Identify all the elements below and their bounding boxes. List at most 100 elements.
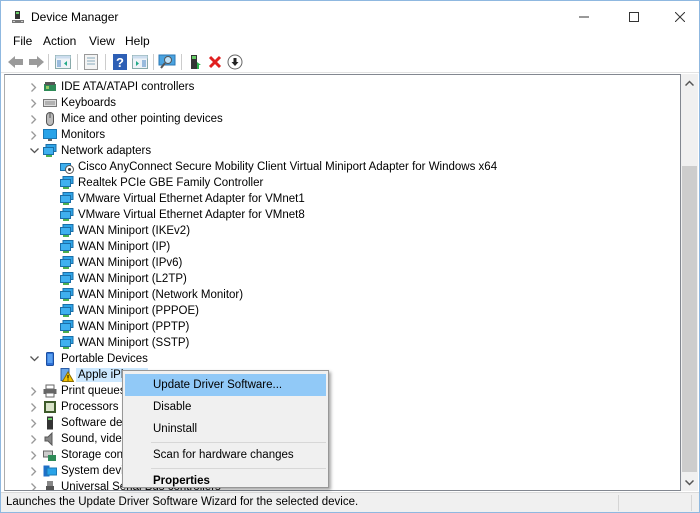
help-button[interactable]: ? [111,53,129,71]
tree-item-label: Portable Devices [61,353,148,365]
tree-device[interactable]: Cisco AnyConnect Secure Mobility Client … [5,159,680,175]
context-menu: Update Driver Software... Disable Uninstal… [122,370,329,488]
chevron-right-icon[interactable] [29,448,39,462]
tree-device[interactable]: WAN Miniport (IKEv2) [5,223,680,239]
close-button[interactable] [657,1,700,33]
vertical-scrollbar[interactable] [681,74,698,491]
tree-category[interactable]: System devices [5,463,680,479]
menu-help[interactable]: Help [125,34,150,48]
menu-action[interactable]: Action [43,34,76,48]
status-text: Launches the Update Driver Software Wiza… [6,496,359,508]
status-bar: Launches the Update Driver Software Wiza… [1,492,699,512]
tree-item-label: Monitors [61,129,106,141]
menu-item-update-driver-software[interactable]: Update Driver Software... [125,374,326,396]
tree-item-label: VMware Virtual Ethernet Adapter for VMne… [78,193,305,205]
tree-item-label: WAN Miniport (SSTP) [78,337,190,349]
tree-device[interactable]: WAN Miniport (IP) [5,239,680,255]
device-manager-icon [12,11,24,23]
forward-button[interactable] [27,53,45,71]
speaker-icon [43,431,57,447]
uninstall-button[interactable] [206,53,224,71]
enable-device-button[interactable] [226,53,244,71]
action-pane-button[interactable] [131,53,149,71]
tree-category[interactable]: Monitors [5,127,680,143]
chevron-right-icon[interactable] [29,400,39,414]
network-adapter-icon [60,288,74,302]
tree-category[interactable]: Universal Serial Bus controllers [5,479,680,490]
device-tree[interactable]: IDE ATA/ATAPI controllers Keyboards Mice a… [4,74,681,491]
tree-item-label: VMware Virtual Ethernet Adapter for VMne… [78,209,305,221]
scan-hardware-button[interactable] [158,53,176,71]
console-tree-button[interactable] [54,53,72,71]
scroll-up-button[interactable] [681,74,698,91]
minimize-button[interactable] [561,1,607,33]
chevron-right-icon[interactable] [29,112,39,126]
action-pane-icon [132,55,148,69]
tree-category[interactable]: IDE ATA/ATAPI controllers [5,79,680,95]
tree-device[interactable]: VMware Virtual Ethernet Adapter for VMne… [5,207,680,223]
portable-device-icon [43,352,57,366]
tree-device[interactable]: WAN Miniport (PPPOE) [5,303,680,319]
mouse-icon [43,112,57,126]
title-bar[interactable]: Device Manager [1,1,699,33]
tree-category[interactable]: Portable Devices [5,351,680,367]
tree-category[interactable]: Software devices [5,415,680,431]
toolbar-separator [105,54,106,70]
chevron-right-icon[interactable] [29,80,39,94]
tree-item-label: WAN Miniport (PPPOE) [78,305,199,317]
console-tree-icon [55,55,71,69]
scan-monitor-icon [158,54,176,69]
software-device-icon [43,416,57,430]
chevron-down-icon[interactable] [29,144,39,158]
menu-item-scan-for-hardware-changes[interactable]: Scan for hardware changes [125,444,326,466]
chevron-right-icon[interactable] [29,416,39,430]
tree-category[interactable]: Network adapters [5,143,680,159]
chevron-right-icon[interactable] [29,432,39,446]
menu-view[interactable]: View [89,34,115,48]
usb-icon [43,480,57,490]
tree-category[interactable]: Print queues [5,383,680,399]
network-adapter-icon [60,336,74,350]
tree-device[interactable]: WAN Miniport (Network Monitor) [5,287,680,303]
maximize-button[interactable] [611,1,657,33]
menu-item-uninstall[interactable]: Uninstall [125,418,326,440]
tree-category[interactable]: Mice and other pointing devices [5,111,680,127]
toolbar-separator [181,54,182,70]
tree-device[interactable]: Realtek PCIe GBE Family Controller [5,175,680,191]
tree-category[interactable]: Sound, video and game controllers [5,431,680,447]
tree-category[interactable]: Storage controllers [5,447,680,463]
tree-category[interactable]: Processors [5,399,680,415]
network-adapter-icon [60,304,74,318]
chevron-down-icon[interactable] [29,352,39,366]
menu-file[interactable]: File [13,34,32,48]
tree-device[interactable]: VMware Virtual Ethernet Adapter for VMne… [5,191,680,207]
monitor-icon [43,128,57,142]
menu-item-disable[interactable]: Disable [125,396,326,418]
tree-item-label: WAN Miniport (IP) [78,241,171,253]
chevron-right-icon[interactable] [29,480,39,490]
tree-item-label: WAN Miniport (Network Monitor) [78,289,244,301]
chevron-up-icon [685,79,694,86]
back-arrow-icon [8,56,23,68]
tree-device[interactable]: WAN Miniport (IPv6) [5,255,680,271]
menu-item-properties[interactable]: Properties [125,470,326,492]
update-driver-button[interactable] [187,53,205,71]
scroll-down-button[interactable] [681,474,698,491]
properties-button[interactable] [82,53,100,71]
keyboard-icon [43,96,57,110]
scroll-thumb[interactable] [682,166,697,473]
tree-device[interactable]: Apple iPhone [5,367,680,383]
chevron-right-icon[interactable] [29,384,39,398]
ide-controller-icon [43,80,57,94]
chevron-right-icon[interactable] [29,464,39,478]
chevron-right-icon[interactable] [29,128,39,142]
back-button[interactable] [7,53,25,71]
tree-device[interactable]: WAN Miniport (PPTP) [5,319,680,335]
tree-category[interactable]: Keyboards [5,95,680,111]
help-icon: ? [113,54,127,70]
tree-device[interactable]: WAN Miniport (L2TP) [5,271,680,287]
chevron-right-icon[interactable] [29,96,39,110]
forward-arrow-icon [29,56,44,68]
tree-device[interactable]: WAN Miniport (SSTP) [5,335,680,351]
close-icon [675,12,685,22]
